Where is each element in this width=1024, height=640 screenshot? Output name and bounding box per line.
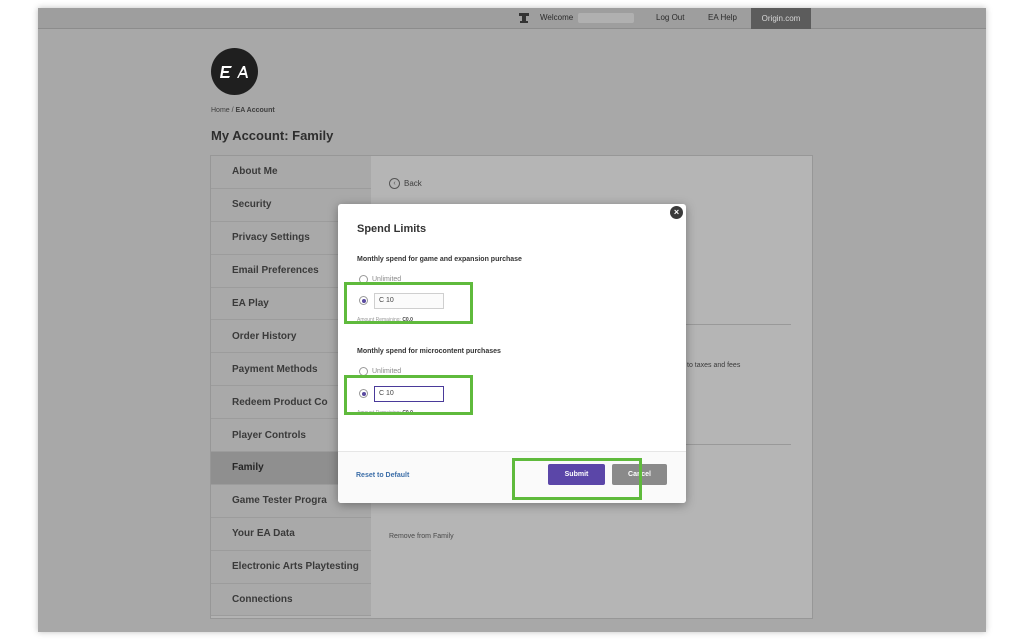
reset-to-default-link[interactable]: Reset to Default (356, 472, 409, 479)
breadcrumb-current: EA Account (235, 107, 275, 114)
remove-from-family-link[interactable]: Remove from Family (389, 533, 454, 540)
back-arrow-icon: ‹ (389, 178, 400, 189)
game-spend-label: Monthly spend for game and expansion pur… (357, 256, 522, 263)
micro-unlimited-radio[interactable] (359, 367, 368, 376)
ea-help-link[interactable]: EA Help (708, 13, 737, 22)
submit-button[interactable]: Submit (548, 464, 605, 485)
game-amount-radio[interactable] (359, 296, 368, 305)
game-amount-input[interactable]: C 10 (374, 293, 444, 309)
ea-logo[interactable] (211, 48, 258, 95)
breadcrumb: Home / EA Account (211, 107, 275, 114)
sidebar-item-connections[interactable]: Connections (211, 583, 371, 617)
page-title: My Account: Family (211, 128, 334, 143)
sidebar-item-playtesting[interactable]: Electronic Arts Playtesting (211, 550, 371, 584)
logout-link[interactable]: Log Out (656, 13, 684, 22)
game-unlimited-label: Unlimited (372, 276, 402, 283)
close-icon[interactable]: × (670, 206, 683, 219)
micro-unlimited-label: Unlimited (372, 368, 402, 375)
origin-link[interactable]: Origin.com (751, 8, 811, 29)
back-label: Back (404, 179, 422, 188)
top-bar: Welcome Log Out EA Help Origin.com (38, 8, 986, 29)
sidebar-item-your-ea-data[interactable]: Your EA Data (211, 517, 371, 551)
game-remaining-label: Amount Remaining: (357, 317, 401, 323)
user-icon (519, 13, 529, 23)
welcome-text: Welcome (540, 13, 574, 22)
spend-limits-modal: × Spend Limits Monthly spend for game an… (338, 204, 686, 503)
micro-remaining: Amount Remaining: C0.0 (357, 410, 413, 416)
game-remaining-value: C0.0 (402, 317, 413, 323)
micro-spend-label: Monthly spend for microcontent purchases (357, 348, 501, 355)
game-remaining: Amount Remaining: C0.0 (357, 317, 413, 323)
micro-remaining-value: C0.0 (402, 410, 413, 416)
micro-remaining-label: Amount Remaining: (357, 410, 401, 416)
cancel-button[interactable]: Cancel (612, 464, 667, 485)
taxes-note: to taxes and fees (687, 362, 741, 369)
content-divider (671, 444, 791, 445)
back-link[interactable]: ‹ Back (389, 178, 422, 189)
sidebar-item-about-me[interactable]: About Me (211, 156, 371, 189)
modal-footer: Reset to Default Submit Cancel (338, 451, 686, 503)
breadcrumb-home[interactable]: Home (211, 107, 230, 114)
ea-logo-icon (219, 65, 248, 78)
browser-frame: Welcome Log Out EA Help Origin.com Home … (38, 8, 986, 632)
micro-amount-radio[interactable] (359, 389, 368, 398)
modal-title: Spend Limits (357, 223, 427, 235)
username-redacted (578, 13, 634, 23)
micro-amount-input[interactable]: C 10 (374, 386, 444, 402)
game-unlimited-radio[interactable] (359, 275, 368, 284)
content-divider (671, 324, 791, 325)
